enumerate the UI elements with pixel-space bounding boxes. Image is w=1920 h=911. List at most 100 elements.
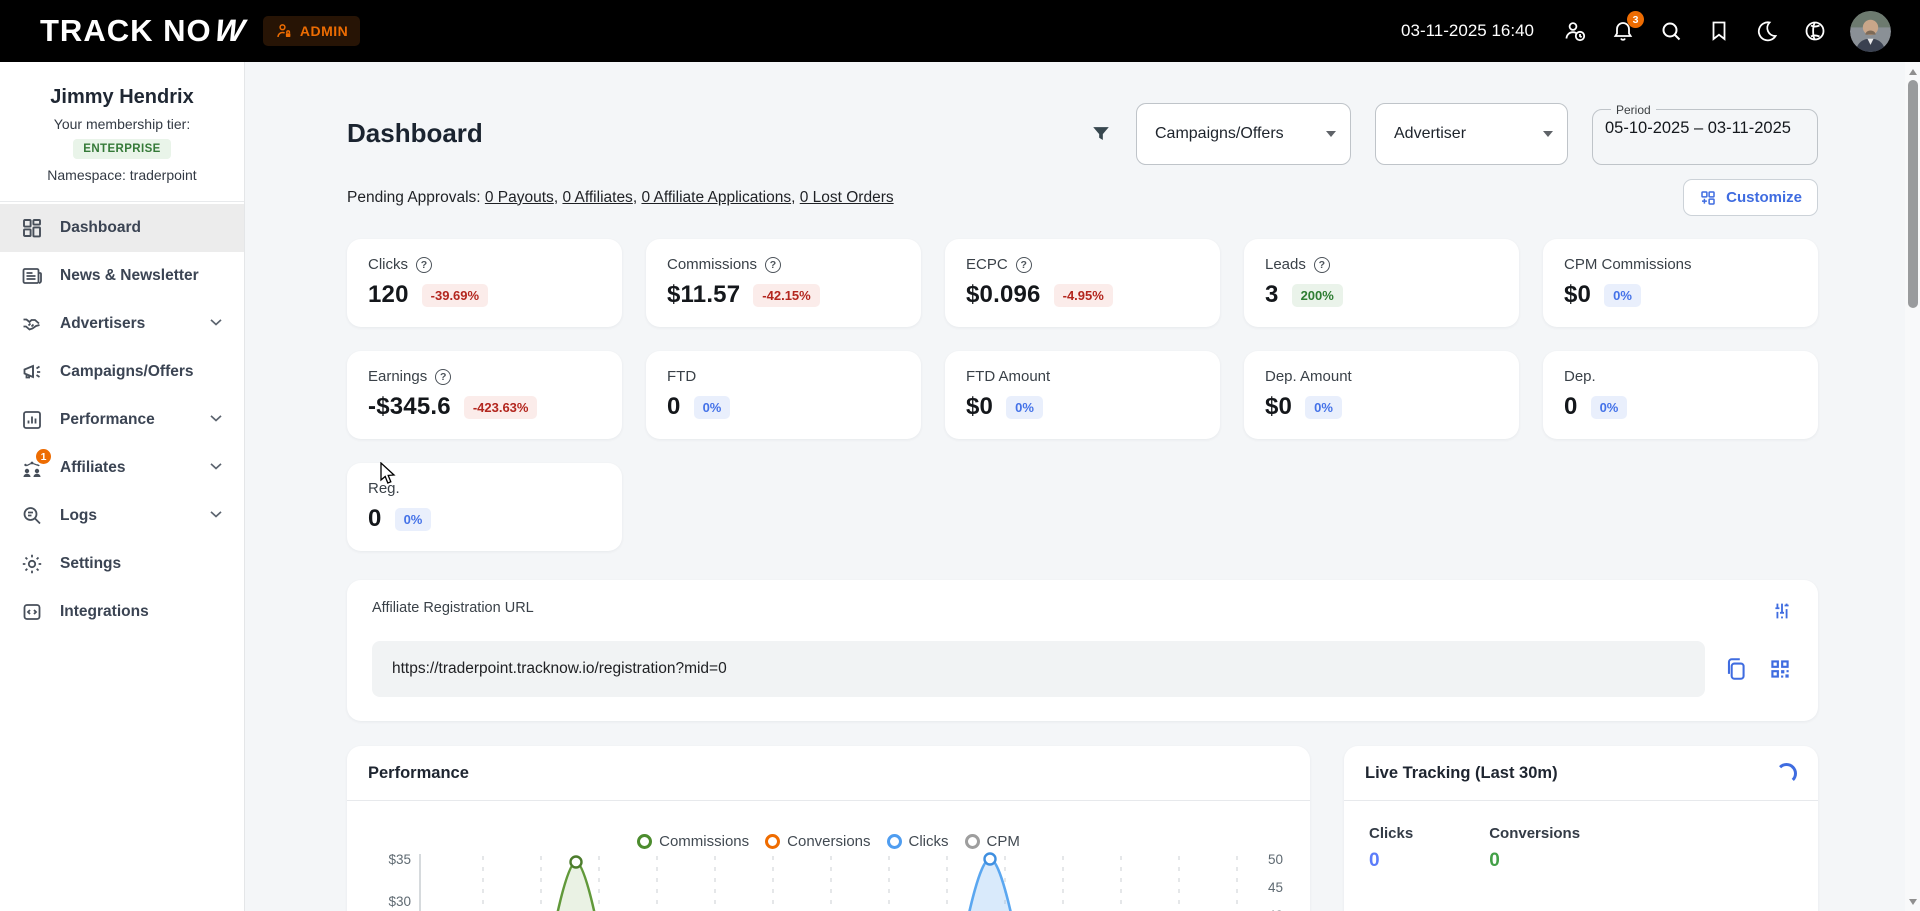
legend-dot-icon (965, 834, 980, 849)
registration-url-input[interactable] (372, 641, 1705, 697)
stat-value: 0 (1564, 393, 1578, 421)
affiliate-registration-label: Affiliate Registration URL (372, 600, 534, 616)
dark-mode-moon-icon[interactable] (1754, 18, 1780, 44)
advertiser-select-value: Advertiser (1394, 125, 1466, 143)
stat-value: 3 (1265, 281, 1279, 309)
live-clicks-metric: Clicks 0 (1369, 825, 1413, 872)
pending-payouts-link[interactable]: 0 Payouts (485, 189, 554, 206)
stat-card-reg: Reg. 00% (347, 463, 622, 551)
help-icon[interactable] (435, 369, 451, 385)
namespace-label: Namespace: traderpoint (10, 167, 234, 183)
affiliate-registration-card: Affiliate Registration URL (347, 580, 1818, 721)
vertical-scrollbar[interactable] (1905, 62, 1920, 911)
sidebar-item-label: Affiliates (60, 459, 125, 477)
advertiser-select[interactable]: Advertiser (1375, 103, 1568, 165)
handshake-icon (20, 312, 44, 336)
customize-grid-icon (1699, 189, 1717, 207)
bookmark-icon[interactable] (1706, 18, 1732, 44)
stat-value: 0 (667, 393, 681, 421)
help-icon[interactable] (765, 257, 781, 273)
live-clicks-label: Clicks (1369, 825, 1413, 842)
stat-delta-badge: -4.95% (1054, 284, 1113, 307)
stat-value: $0.096 (966, 281, 1041, 309)
stat-card-dep-amount: Dep. Amount $00% (1244, 351, 1519, 439)
search-icon[interactable] (1658, 18, 1684, 44)
sidebar-item-label: Performance (60, 411, 155, 429)
sidebar-item-dashboard[interactable]: Dashboard (0, 204, 244, 252)
stat-delta-badge: 0% (1604, 284, 1641, 307)
chevron-down-icon (206, 456, 226, 481)
live-conversions-label: Conversions (1489, 825, 1580, 842)
series-clicks (937, 854, 1043, 911)
plugin-icon (20, 600, 44, 624)
pending-affiliate-applications-link[interactable]: 0 Affiliate Applications (641, 189, 791, 206)
scrollbar-down-arrow[interactable] (1905, 894, 1920, 909)
stat-delta-badge: -39.69% (422, 284, 488, 307)
sidebar: Jimmy Hendrix Your membership tier: ENTE… (0, 62, 245, 911)
globe-icon[interactable] (1802, 18, 1828, 44)
sidebar-item-advertisers[interactable]: Advertisers (0, 300, 244, 348)
help-icon[interactable] (416, 257, 432, 273)
admin-badge-label: ADMIN (300, 23, 348, 39)
sidebar-item-settings[interactable]: Settings (0, 540, 244, 588)
performance-title: Performance (368, 764, 469, 783)
stat-delta-badge: 0% (1591, 396, 1628, 419)
help-icon[interactable] (1314, 257, 1330, 273)
stat-card-commissions: Commissions $11.57-42.15% (646, 239, 921, 327)
live-conversions-value: 0 (1489, 850, 1580, 872)
sidebar-item-label: Advertisers (60, 315, 145, 333)
notifications-bell-icon[interactable]: 3 (1610, 18, 1636, 44)
chevron-down-icon (206, 408, 226, 433)
pending-lost-orders-link[interactable]: 0 Lost Orders (800, 189, 894, 206)
app-logo[interactable]: TRACK NOW (40, 13, 245, 49)
copy-icon[interactable] (1723, 656, 1749, 682)
campaigns-offers-select[interactable]: Campaigns/Offers (1136, 103, 1351, 165)
newspaper-icon (20, 264, 44, 288)
chevron-down-icon (206, 504, 226, 529)
scrollbar-thumb[interactable] (1908, 80, 1918, 308)
sidebar-item-label: Logs (60, 507, 97, 525)
sidebar-item-label: News & Newsletter (60, 267, 199, 285)
pending-affiliates-link[interactable]: 0 Affiliates (562, 189, 632, 206)
period-field-label: Period (1611, 103, 1656, 117)
help-icon[interactable] (1016, 257, 1032, 273)
left-axis-tick: $30 (388, 894, 411, 909)
chevron-down-icon (1543, 131, 1553, 137)
pending-approvals: Pending Approvals: 0 Payouts, 0 Affiliat… (347, 189, 894, 207)
legend-dot-icon (765, 834, 780, 849)
stat-delta-badge: 0% (1006, 396, 1043, 419)
chevron-down-icon (1326, 131, 1336, 137)
period-field[interactable]: Period 05-10-2025 – 03-11-2025 (1592, 103, 1818, 165)
stat-card-dep: Dep. 00% (1543, 351, 1818, 439)
legend-clicks[interactable]: Clicks (887, 833, 949, 850)
admin-user-lock-icon (275, 22, 293, 40)
performance-chart: $35 $30 50 45 40 (347, 850, 1310, 911)
sidebar-item-logs[interactable]: Logs (0, 492, 244, 540)
qr-code-icon[interactable] (1767, 656, 1793, 682)
legend-commissions[interactable]: Commissions (637, 833, 749, 850)
avatar[interactable] (1850, 11, 1891, 52)
stat-value: $0 (1265, 393, 1292, 421)
live-tracking-title: Live Tracking (Last 30m) (1365, 764, 1558, 783)
main-content: Dashboard Campaigns/Offers Advertiser Pe… (245, 62, 1920, 911)
stat-delta-badge: 0% (395, 508, 432, 531)
sidebar-nav: Dashboard News & Newsletter Advertisers (0, 202, 244, 636)
sidebar-item-performance[interactable]: Performance (0, 396, 244, 444)
tune-sliders-icon[interactable] (1771, 600, 1793, 627)
filter-funnel-icon[interactable] (1090, 123, 1112, 145)
customize-button[interactable]: Customize (1683, 179, 1818, 216)
stat-card-ftd: FTD 00% (646, 351, 921, 439)
legend-cpm[interactable]: CPM (965, 833, 1020, 850)
stat-value: $0 (966, 393, 993, 421)
sidebar-item-news-newsletter[interactable]: News & Newsletter (0, 252, 244, 300)
sidebar-item-campaigns-offers[interactable]: Campaigns/Offers (0, 348, 244, 396)
scrollbar-up-arrow[interactable] (1905, 64, 1920, 79)
sidebar-item-affiliates[interactable]: 1 Affiliates (0, 444, 244, 492)
legend-conversions[interactable]: Conversions (765, 833, 870, 850)
admin-badge: ADMIN (263, 16, 360, 46)
megaphone-icon (20, 360, 44, 384)
impersonate-user-icon[interactable] (1562, 18, 1588, 44)
chart-legend: Commissions Conversions Clicks CPM (347, 833, 1310, 850)
sidebar-item-integrations[interactable]: Integrations (0, 588, 244, 636)
sidebar-item-label: Dashboard (60, 219, 141, 237)
